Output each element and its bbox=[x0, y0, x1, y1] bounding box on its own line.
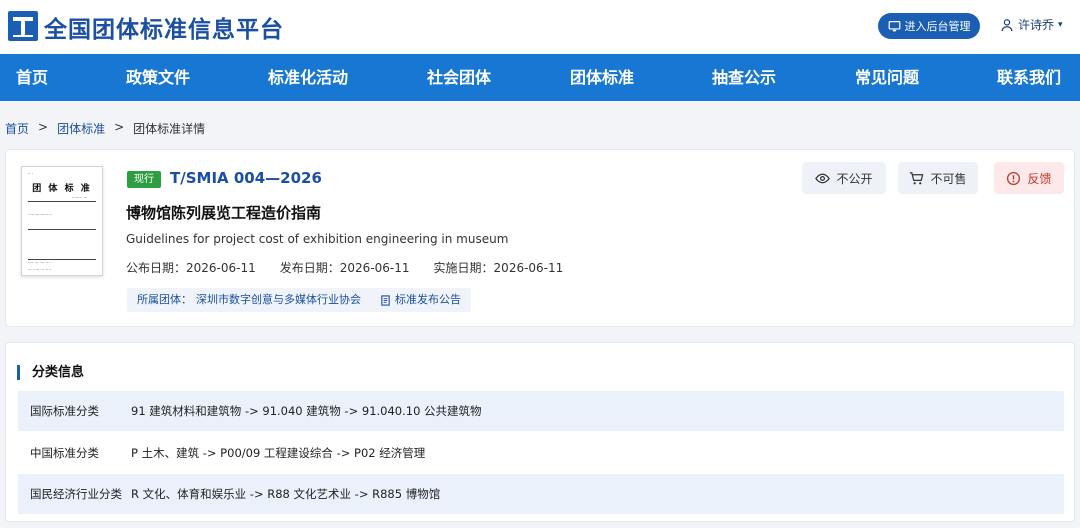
organization-tag[interactable]: 所属团体： 深圳市数字创意与多媒体行业协会 bbox=[127, 288, 371, 312]
not-for-sale-button[interactable]: 不可售 bbox=[898, 162, 978, 194]
cover-title: 团 体 标 准 bbox=[32, 184, 92, 194]
breadcrumb-standards[interactable]: 团体标准 bbox=[57, 120, 105, 137]
nav-item-faq[interactable]: 常见问题 bbox=[855, 54, 919, 101]
breadcrumb-current: 团体标准详情 bbox=[133, 122, 206, 136]
top-header: 全国团体标准信息平台 进入后台管理 许诗乔 ▾ bbox=[0, 0, 1080, 54]
standard-dates: 公布日期：2026-06-11 发布日期：2026-06-11 实施日期：202… bbox=[126, 259, 563, 276]
breadcrumb-separator: > bbox=[114, 120, 125, 134]
breadcrumb-separator: > bbox=[38, 120, 49, 134]
classification-card: 分类信息 国际标准分类 91 建筑材料和建筑物 -> 91.040 建筑物 ->… bbox=[5, 342, 1075, 522]
standard-detail-card: 团 体 标 准 ·· · ········ ··· ··············… bbox=[5, 149, 1075, 327]
chevron-down-icon: ▾ bbox=[1058, 19, 1063, 30]
platform-logo-icon[interactable] bbox=[8, 11, 38, 41]
status-badge: 现行 bbox=[127, 171, 161, 188]
document-icon bbox=[381, 294, 390, 306]
breadcrumb: 首页 > 团体标准 > 团体标准详情 bbox=[5, 120, 205, 137]
nav-item-organizations[interactable]: 社会团体 bbox=[427, 54, 491, 101]
row-value: 91 建筑材料和建筑物 -> 91.040 建筑物 -> 91.040.10 公… bbox=[131, 404, 482, 418]
cart-icon bbox=[910, 171, 924, 184]
admin-console-button[interactable]: 进入后台管理 bbox=[878, 13, 980, 39]
section-title: 分类信息 bbox=[17, 365, 84, 380]
standard-code: T/SMIA 004—2026 bbox=[170, 169, 322, 187]
alert-icon bbox=[1007, 171, 1021, 185]
nav-item-inspection[interactable]: 抽查公示 bbox=[712, 54, 776, 101]
table-row: 国际标准分类 91 建筑材料和建筑物 -> 91.040 建筑物 -> 91.0… bbox=[18, 391, 1064, 431]
nav-item-contact[interactable]: 联系我们 bbox=[997, 54, 1061, 101]
nav-item-activities[interactable]: 标准化活动 bbox=[268, 54, 348, 101]
table-row: 中国标准分类 P 土木、建筑 -> P00/09 工程建设综合 -> P02 经… bbox=[18, 433, 1064, 473]
implement-date: 实施日期：2026-06-11 bbox=[433, 261, 564, 275]
nav-item-policy[interactable]: 政策文件 bbox=[126, 54, 190, 101]
table-row: 国民经济行业分类 R 文化、体育和娱乐业 -> R88 文化艺术业 -> R88… bbox=[18, 474, 1064, 514]
user-name: 许诗乔 bbox=[1018, 18, 1055, 32]
row-value: R 文化、体育和娱乐业 -> R88 文化艺术业 -> R885 博物馆 bbox=[131, 487, 441, 501]
admin-console-label: 进入后台管理 bbox=[904, 20, 971, 33]
row-label: 国际标准分类 bbox=[30, 404, 99, 418]
row-value: P 土木、建筑 -> P00/09 工程建设综合 -> P02 经济管理 bbox=[131, 446, 426, 460]
eye-icon bbox=[815, 173, 831, 183]
release-date: 发布日期：2026-06-11 bbox=[279, 261, 410, 275]
not-for-sale-label: 不可售 bbox=[930, 171, 967, 186]
org-name: 深圳市数字创意与多媒体行业协会 bbox=[196, 293, 361, 306]
feedback-button[interactable]: 反馈 bbox=[994, 162, 1064, 194]
not-public-label: 不公开 bbox=[836, 171, 873, 186]
main-nav: 首页 政策文件 标准化活动 社会团体 团体标准 抽查公示 常见问题 联系我们 bbox=[0, 54, 1080, 101]
nav-item-home[interactable]: 首页 bbox=[16, 54, 48, 101]
standard-title-cn: 博物馆陈列展览工程造价指南 bbox=[126, 204, 322, 222]
standard-title-en: Guidelines for project cost of exhibitio… bbox=[126, 232, 509, 246]
user-icon bbox=[1001, 18, 1013, 31]
nav-item-standards[interactable]: 团体标准 bbox=[570, 54, 634, 101]
publish-date: 公布日期：2026-06-11 bbox=[126, 261, 256, 275]
announcement-tag[interactable]: 标准发布公告 bbox=[370, 288, 471, 312]
site-title[interactable]: 全国团体标准信息平台 bbox=[44, 10, 284, 44]
org-label: 所属团体： bbox=[137, 293, 192, 306]
breadcrumb-home[interactable]: 首页 bbox=[5, 120, 29, 137]
feedback-label: 反馈 bbox=[1027, 171, 1052, 186]
standard-cover-thumbnail[interactable]: 团 体 标 准 ·· · ········ ··· ··············… bbox=[21, 166, 103, 276]
not-public-button[interactable]: 不公开 bbox=[802, 162, 886, 194]
row-label: 中国标准分类 bbox=[30, 446, 99, 460]
monitor-icon bbox=[888, 20, 900, 31]
user-menu[interactable]: 许诗乔 ▾ bbox=[1000, 16, 1063, 33]
row-label: 国民经济行业分类 bbox=[30, 487, 122, 501]
announcement-label: 标准发布公告 bbox=[395, 293, 461, 306]
